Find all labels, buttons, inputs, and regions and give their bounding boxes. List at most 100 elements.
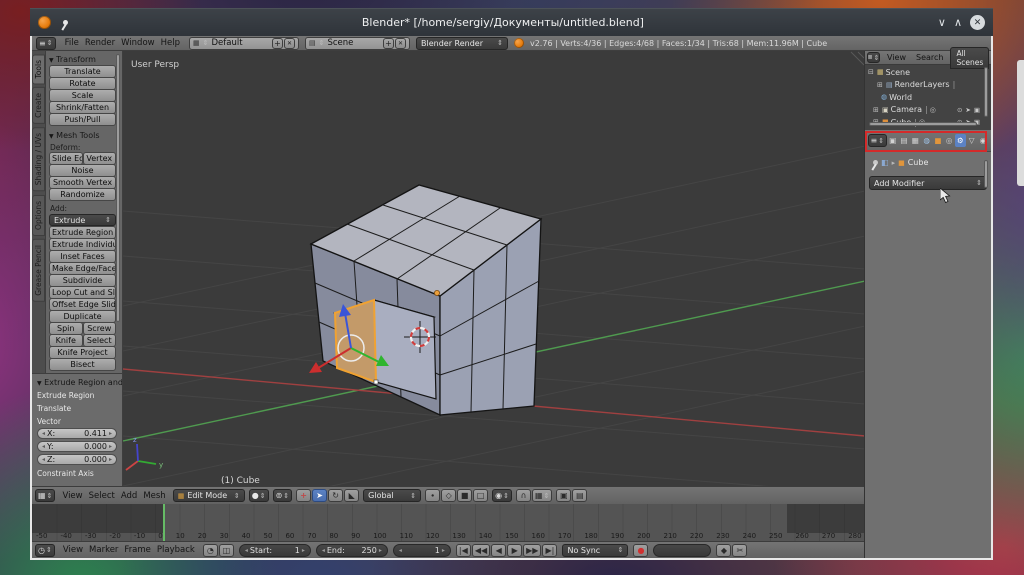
outliner-row-scene[interactable]: ⊟ ▦ Scene [865,66,983,79]
view3d-menu-item[interactable]: Select [86,491,118,501]
playback-button[interactable]: ▶▶ [523,544,541,557]
info-menu-item[interactable]: Help [158,38,183,48]
transform-panel-header[interactable]: ▼ Transform [49,55,116,64]
tab-render[interactable]: ▣ [888,134,898,147]
timeline-menu-item[interactable]: Marker [86,545,121,555]
insert-keyframe-button[interactable]: ◆ [716,544,731,557]
tab-scene[interactable]: ▦ [910,134,920,147]
frame-start-field[interactable]: ◂ Start:1 ▸ [239,544,311,557]
viewport-canvas[interactable]: y z User Persp (1) Cube [123,51,865,486]
face-select-button[interactable]: ■ [457,489,472,502]
editor-type-3dview-button[interactable]: ▦⇕ [35,489,55,502]
slider-right-arrow-icon[interactable]: ▸ [109,456,112,463]
delete-layout-button[interactable]: ✕ [284,38,295,49]
slider-right-arrow-icon[interactable]: ▸ [442,547,445,554]
render-opengl-anim-button[interactable]: ▤ [572,489,587,502]
frame-end-field[interactable]: ◂ End:250 ▸ [316,544,388,557]
tab-shading-uvs[interactable]: Shading / UVs [32,127,45,191]
extrude-dropdown[interactable]: Extrude ⇕ [49,214,116,226]
tab-object-data[interactable]: ▽ [967,134,977,147]
timeline-ruler[interactable]: -50-40-30-20-100102030405060708090100110… [32,504,864,541]
view3d-menu-item[interactable]: View [59,491,85,501]
expander-icon[interactable]: ⊞ [877,81,886,89]
keying-set-field[interactable] [653,544,711,557]
slider-right-arrow-icon[interactable]: ▸ [109,443,112,450]
titlebar[interactable]: Blender* [/home/sergiy/Документы/untitle… [30,8,993,36]
properties-vscrollbar[interactable] [984,160,988,188]
transform-orientation-select[interactable]: Global ⇕ [363,489,421,502]
render-engine-select[interactable]: Blender Render ⇕ [416,37,508,50]
lock-range-button[interactable]: ◫ [219,544,234,557]
outliner-row-renderlayers[interactable]: ⊞ ▤ RenderLayers | [865,79,983,92]
tab-constraints[interactable]: ◎ [944,134,954,147]
operator-panel-header[interactable]: ▼ Extrude Region and [37,378,117,387]
pivot-point-select[interactable]: ⊚⇕ [273,489,293,502]
scene-field[interactable]: ▤ ⇕ Scene + ✕ [305,37,410,50]
vector-z-slider[interactable]: ◂ Z: 0.000 ▸ [37,454,117,465]
record-button[interactable]: ● [633,544,648,557]
timeline-menu-item[interactable]: Playback [154,545,198,555]
snap-element-select[interactable]: ▦⇕ [532,489,552,502]
viewport-3d[interactable]: y z User Persp (1) Cube [122,51,864,486]
tab-material[interactable]: ◉ [978,134,988,147]
playback-button[interactable]: ◀◀ [472,544,490,557]
vector-y-slider[interactable]: ◂ Y: 0.000 ▸ [37,441,117,452]
manipulator-translate-button[interactable]: ➤ [312,489,327,502]
edge-select-button[interactable]: ◇ [441,489,456,502]
editor-type-properties-button[interactable]: ≡⇕ [868,134,887,147]
add-scene-button[interactable]: + [383,38,394,49]
manipulator-axis-button[interactable]: + [296,489,311,502]
pin-icon[interactable] [873,160,878,165]
tab-render-layers[interactable]: ▤ [899,134,909,147]
manipulator-rotate-button[interactable]: ↻ [328,489,343,502]
tab-object[interactable]: ■ [933,134,943,147]
slider-left-arrow-icon[interactable]: ◂ [399,547,402,554]
delete-keyframe-button[interactable]: ✂ [732,544,747,557]
editor-type-info-button[interactable]: ≡⇕ [36,37,56,50]
slider-left-arrow-icon[interactable]: ◂ [322,547,325,554]
expander-icon[interactable]: ⊞ [873,106,882,114]
playback-button[interactable]: ▶| [542,544,557,557]
expander-icon[interactable]: ⊟ [868,68,877,76]
outliner-menu-view[interactable]: View [884,53,909,62]
playback-button[interactable]: |◀ [456,544,471,557]
outliner-row-world[interactable]: ◍ World [865,91,983,104]
tab-world[interactable]: ◍ [921,134,931,147]
snap-toggle-button[interactable]: ∩ [516,489,531,502]
editor-type-timeline-button[interactable]: ◷⇕ [35,544,55,557]
viewport-shading-select[interactable]: ●⇕ [249,489,269,502]
playback-button[interactable]: ▶ [507,544,522,557]
visibility-eye-icon[interactable]: ⊙ [957,106,962,114]
mesh-tool-button[interactable]: Select [83,334,117,347]
slider-right-arrow-icon[interactable]: ▸ [379,547,382,554]
playback-button[interactable]: ◀ [491,544,506,557]
tab-modifiers[interactable]: ⚙ [955,134,965,147]
screen-layout-field[interactable]: ▦ ⇕ Default + ✕ [189,37,299,50]
close-button[interactable]: ✕ [970,15,985,30]
info-menu-item[interactable]: File [62,38,82,48]
slider-left-arrow-icon[interactable]: ◂ [245,547,248,554]
slider-left-arrow-icon[interactable]: ◂ [42,430,45,437]
outliner-row-camera[interactable]: ⊞ ▣ Camera | ◎ ⊙ ➤ ▣ [865,104,983,117]
timeline-menu-item[interactable]: View [60,545,86,555]
slider-right-arrow-icon[interactable]: ▸ [109,430,112,437]
mesh-tool-button[interactable]: Knife [49,334,83,347]
outliner-hscrollbar[interactable] [869,122,977,126]
add-layout-button[interactable]: + [272,38,283,49]
renderability-icon[interactable]: ▣ [974,106,980,114]
selected-vertex[interactable] [374,380,378,384]
tab-grease-pencil[interactable]: Grease Pencil [32,239,45,302]
tab-tools[interactable]: Tools [32,54,45,84]
mesh-tool-button[interactable]: Slide Ed [49,152,83,165]
mesh-tool-button[interactable]: Randomize [49,188,116,201]
proportional-edit-select[interactable]: ◉⇕ [492,489,512,502]
editor-type-outliner-button[interactable]: ≣⇕ [867,52,880,63]
manipulator-scale-button[interactable]: ◣ [344,489,359,502]
selectability-icon[interactable]: ➤ [965,106,970,114]
timeline-menu-item[interactable]: Frame [121,545,153,555]
preview-range-button[interactable]: ◔ [203,544,218,557]
mode-select[interactable]: ▦ Edit Mode ⇕ [173,489,245,502]
add-modifier-dropdown[interactable]: Add Modifier ⇕ [869,176,987,190]
vector-x-slider[interactable]: ◂ X: 0.411 ▸ [37,428,117,439]
outliner-menu-search[interactable]: Search [913,53,946,62]
